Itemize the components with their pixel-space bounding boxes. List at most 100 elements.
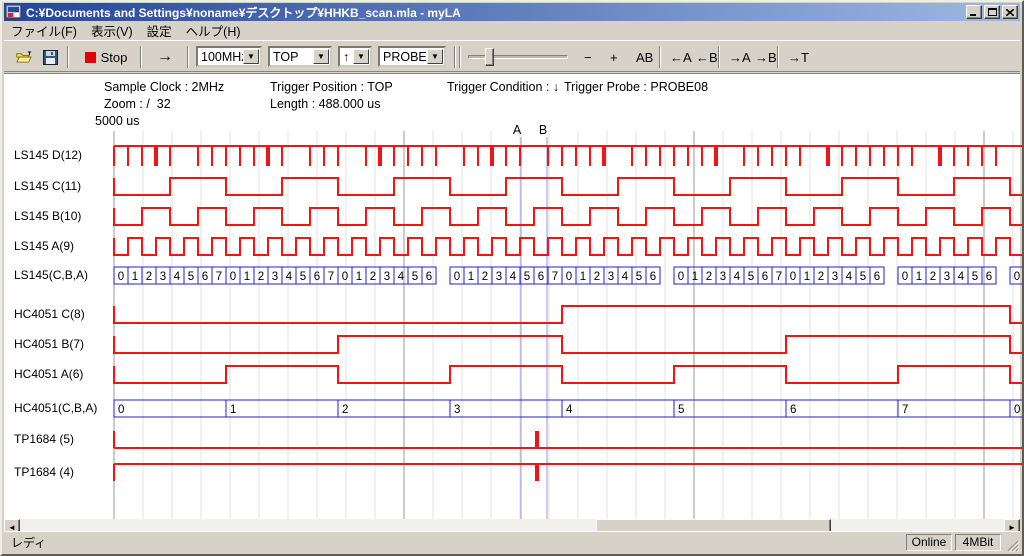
- svg-text:5: 5: [524, 271, 530, 283]
- timeline-scale-label: 5000 us: [95, 114, 139, 128]
- signal-label[interactable]: HC4051 B(7): [14, 337, 110, 351]
- svg-text:1: 1: [132, 271, 138, 283]
- stop-icon: [85, 52, 96, 63]
- goto-trigger-button[interactable]: →T: [784, 45, 813, 69]
- signal-label[interactable]: LS145 C(11): [14, 179, 110, 193]
- toolbar-separator: [67, 46, 69, 68]
- open-button[interactable]: [12, 45, 36, 69]
- svg-text:3: 3: [272, 271, 278, 283]
- waveform-area[interactable]: 0123456701234567012345601234567012345601…: [4, 73, 1020, 519]
- svg-text:4: 4: [510, 271, 517, 283]
- svg-text:6: 6: [790, 404, 796, 416]
- svg-text:6: 6: [538, 271, 544, 283]
- statusbar: レディ Online 4MBit: [4, 531, 1020, 552]
- trigger-position-select[interactable]: TOP ▼: [268, 46, 332, 67]
- chevron-down-icon[interactable]: ▼: [353, 49, 369, 64]
- svg-text:0: 0: [1014, 271, 1020, 283]
- svg-text:5: 5: [412, 271, 418, 283]
- svg-text:1: 1: [230, 404, 236, 416]
- signal-label[interactable]: HC4051(C,B,A): [14, 401, 110, 415]
- svg-text:0: 0: [678, 271, 684, 283]
- svg-text:0: 0: [454, 271, 460, 283]
- signal-label[interactable]: LS145(C,B,A): [14, 268, 110, 282]
- resize-grip[interactable]: [1006, 539, 1019, 552]
- svg-text:6: 6: [650, 271, 656, 283]
- app-window: C:¥Documents and Settings¥noname¥デスクトップ¥…: [0, 0, 1024, 556]
- chevron-down-icon[interactable]: ▼: [313, 49, 329, 64]
- svg-text:5: 5: [860, 271, 866, 283]
- signal-label[interactable]: HC4051 C(8): [14, 307, 110, 321]
- svg-text:2: 2: [258, 271, 264, 283]
- info-sample-clock: Sample Clock : 2MHz: [104, 80, 224, 94]
- app-icon: [6, 5, 22, 19]
- svg-text:4: 4: [622, 271, 629, 283]
- svg-text:2: 2: [930, 271, 936, 283]
- signal-label[interactable]: LS145 B(10): [14, 209, 110, 223]
- toolbar-separator: [140, 46, 142, 68]
- status-message: レディ: [4, 534, 906, 551]
- svg-text:5: 5: [188, 271, 194, 283]
- minimize-button[interactable]: [966, 5, 982, 19]
- svg-text:7: 7: [216, 271, 222, 283]
- chevron-down-icon[interactable]: ▼: [243, 49, 259, 64]
- svg-text:6: 6: [762, 271, 768, 283]
- svg-text:6: 6: [426, 271, 432, 283]
- svg-text:6: 6: [314, 271, 320, 283]
- svg-text:4: 4: [734, 271, 741, 283]
- zoom-in-button[interactable]: +: [606, 45, 622, 69]
- svg-text:4: 4: [846, 271, 853, 283]
- svg-text:3: 3: [720, 271, 726, 283]
- waveform-svg[interactable]: 0123456701234567012345601234567012345601…: [4, 74, 1024, 520]
- svg-text:1: 1: [580, 271, 586, 283]
- svg-text:2: 2: [370, 271, 376, 283]
- chevron-down-icon[interactable]: ▼: [427, 49, 443, 64]
- titlebar[interactable]: C:¥Documents and Settings¥noname¥デスクトップ¥…: [4, 3, 1020, 21]
- toolbar-separator: [718, 46, 720, 68]
- signal-label[interactable]: LS145 D(12): [14, 148, 110, 162]
- open-folder-icon: [16, 50, 32, 65]
- trigger-edge-select[interactable]: ↑ ▼: [338, 46, 372, 67]
- close-button[interactable]: [1002, 5, 1018, 19]
- info-trigger-probe: Trigger Probe : PROBE08: [564, 80, 708, 94]
- menu-help[interactable]: ヘルプ(H): [179, 20, 248, 41]
- menu-view[interactable]: 表示(V): [84, 20, 140, 41]
- status-memory: 4MBit: [955, 534, 1001, 551]
- toolbar-separator: [659, 46, 661, 68]
- zoom-slider-thumb[interactable]: [485, 48, 494, 66]
- svg-text:7: 7: [902, 404, 908, 416]
- toolbar: Stop → 100MHz ▼ TOP ▼ ↑ ▼ PROBE00 ▼ − + …: [4, 40, 1020, 72]
- svg-text:5: 5: [636, 271, 642, 283]
- svg-text:3: 3: [608, 271, 614, 283]
- toolbar-separator: [187, 46, 189, 68]
- svg-text:6: 6: [874, 271, 880, 283]
- info-trigger-position: Trigger Position : TOP: [270, 80, 393, 94]
- info-length: Length : 488.000 us: [270, 97, 381, 111]
- signal-label[interactable]: TP1684 (5): [14, 432, 110, 446]
- svg-text:1: 1: [356, 271, 362, 283]
- ab-button[interactable]: AB: [632, 45, 657, 69]
- zoom-slider[interactable]: [468, 55, 568, 59]
- signal-label[interactable]: TP1684 (4): [14, 465, 110, 479]
- menu-settings[interactable]: 設定: [140, 20, 179, 41]
- svg-text:A: A: [513, 123, 522, 137]
- svg-text:3: 3: [944, 271, 950, 283]
- signal-label[interactable]: HC4051 A(6): [14, 367, 110, 381]
- signal-label[interactable]: LS145 A(9): [14, 239, 110, 253]
- sample-clock-select[interactable]: 100MHz ▼: [196, 46, 262, 67]
- maximize-button[interactable]: [984, 5, 1000, 19]
- svg-text:2: 2: [818, 271, 824, 283]
- svg-text:2: 2: [706, 271, 712, 283]
- zoom-out-button[interactable]: −: [580, 45, 596, 69]
- svg-text:2: 2: [482, 271, 488, 283]
- menu-file[interactable]: ファイル(F): [4, 20, 84, 41]
- menubar: ファイル(F) 表示(V) 設定 ヘルプ(H): [4, 21, 1020, 40]
- svg-text:0: 0: [342, 271, 348, 283]
- svg-text:0: 0: [118, 271, 124, 283]
- trigger-probe-select[interactable]: PROBE00 ▼: [378, 46, 446, 67]
- run-button[interactable]: →: [148, 45, 182, 69]
- svg-text:6: 6: [986, 271, 992, 283]
- svg-text:1: 1: [692, 271, 698, 283]
- stop-button[interactable]: Stop: [78, 45, 134, 69]
- svg-text:3: 3: [454, 404, 460, 416]
- save-button[interactable]: [38, 45, 62, 69]
